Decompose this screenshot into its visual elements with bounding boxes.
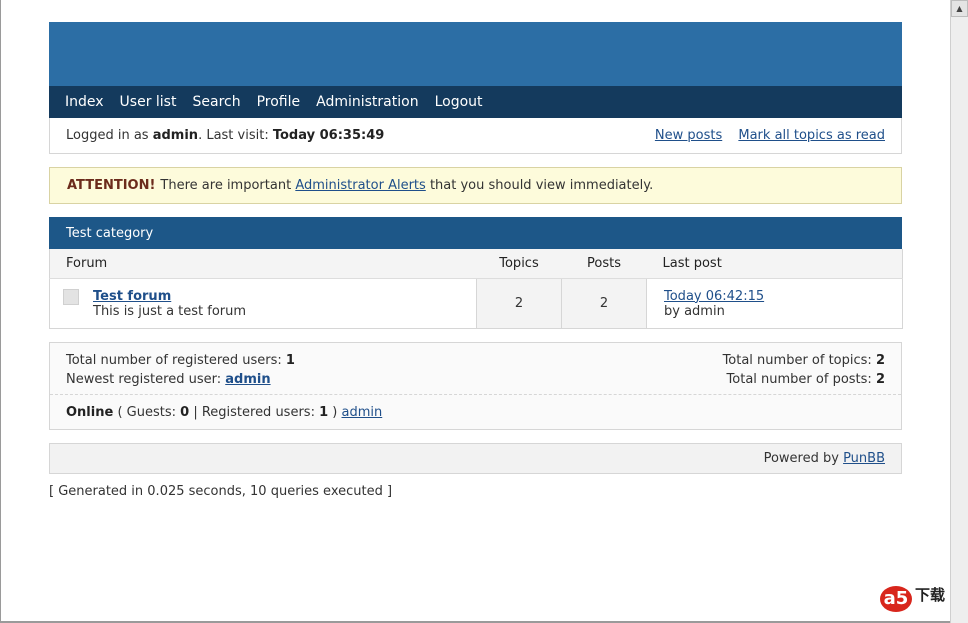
logged-in-label: Logged in as [66,128,149,143]
window-border-left [0,0,1,623]
forum-description: This is just a test forum [93,303,247,319]
page-footer: Powered by PunBB [49,443,902,474]
last-visit-value: Today 06:35:49 [272,128,385,143]
newest-user-label: Newest registered user: [66,372,222,387]
last-post-author: by admin [664,303,725,319]
logged-in-username: admin [152,128,199,143]
mark-all-read-link[interactable]: Mark all topics as read [738,128,885,143]
column-topics: Topics [476,249,562,279]
watermark-logo: a5 下载 [880,586,945,612]
nav-administration[interactable]: Administration [316,94,418,110]
nav-logout[interactable]: Logout [435,94,483,110]
site-header-banner [49,22,902,86]
last-post-link[interactable]: Today 06:42:15 [664,289,764,304]
nav-search[interactable]: Search [192,94,240,110]
registered-online-label: | Registered users: [193,404,315,420]
nav-profile[interactable]: Profile [257,94,301,110]
total-posts-label: Total number of posts: [726,372,872,387]
last-visit-label: . Last visit: [198,128,269,143]
forum-last-post: Today 06:42:15 by admin [646,278,903,329]
newest-user-link[interactable]: admin [225,372,270,387]
registered-online-value: 1 [319,404,329,420]
powered-by-label: Powered by [763,451,839,466]
generation-info: [ Generated in 0.025 seconds, 10 queries… [49,484,393,499]
main-navigation: Index User list Search Profile Administr… [49,86,902,118]
alert-text-pre: There are important [160,178,292,193]
total-topics-value: 2 [875,353,885,368]
administrator-alerts-link[interactable]: Administrator Alerts [295,178,425,193]
table-row: Test forum This is just a test forum 2 2… [49,278,903,329]
login-info: Logged in as admin. Last visit: Today 06… [66,128,384,143]
scroll-up-arrow-icon[interactable]: ▲ [951,0,968,17]
forum-table: Forum Topics Posts Last post Test forum … [49,249,903,329]
forum-status-icon [63,288,79,305]
registered-users-label: Total number of registered users: [66,353,282,368]
alert-text-post: that you should view immediately. [429,178,654,193]
online-close-paren: ) [332,404,338,420]
user-status-bar: Logged in as admin. Last visit: Today 06… [49,118,902,154]
guests-label: ( Guests: [117,404,176,420]
status-links: New posts Mark all topics as read [643,128,885,143]
total-topics-label: Total number of topics: [722,353,872,368]
online-users: Online ( Guests: 0 | Registered users: 1… [50,395,901,429]
vertical-scrollbar[interactable]: ▲ [950,0,968,623]
board-stats: Total number of registered users: 1 Newe… [49,342,902,430]
new-posts-link[interactable]: New posts [655,128,722,143]
admin-alert-banner: ATTENTION! There are important Administr… [49,167,902,204]
forum-cell: Test forum This is just a test forum [49,278,477,329]
online-label: Online [66,404,114,420]
post-stats: Total number of topics: 2 Total number o… [723,351,885,394]
forum-table-header: Forum Topics Posts Last post [49,249,903,279]
column-last-post: Last post [646,249,903,279]
nav-index[interactable]: Index [65,94,104,110]
registered-users-value: 1 [285,353,295,368]
watermark-text: 下载 [915,586,946,604]
page-wrapper: Index User list Search Profile Administr… [49,22,903,474]
forum-posts-count: 2 [561,278,647,329]
punbb-link[interactable]: PunBB [843,451,885,466]
column-forum: Forum [49,249,477,279]
watermark-badge: a5 [880,586,912,612]
column-posts: Posts [561,249,647,279]
nav-user-list[interactable]: User list [120,94,177,110]
online-user-link[interactable]: admin [342,405,383,420]
forum-topics-count: 2 [476,278,562,329]
guests-value: 0 [180,404,190,420]
total-posts-value: 2 [875,372,885,387]
user-stats: Total number of registered users: 1 Newe… [66,351,295,394]
alert-attention-label: ATTENTION! [67,178,156,193]
forum-title-link[interactable]: Test forum [93,289,171,304]
category-header: Test category [49,217,902,249]
